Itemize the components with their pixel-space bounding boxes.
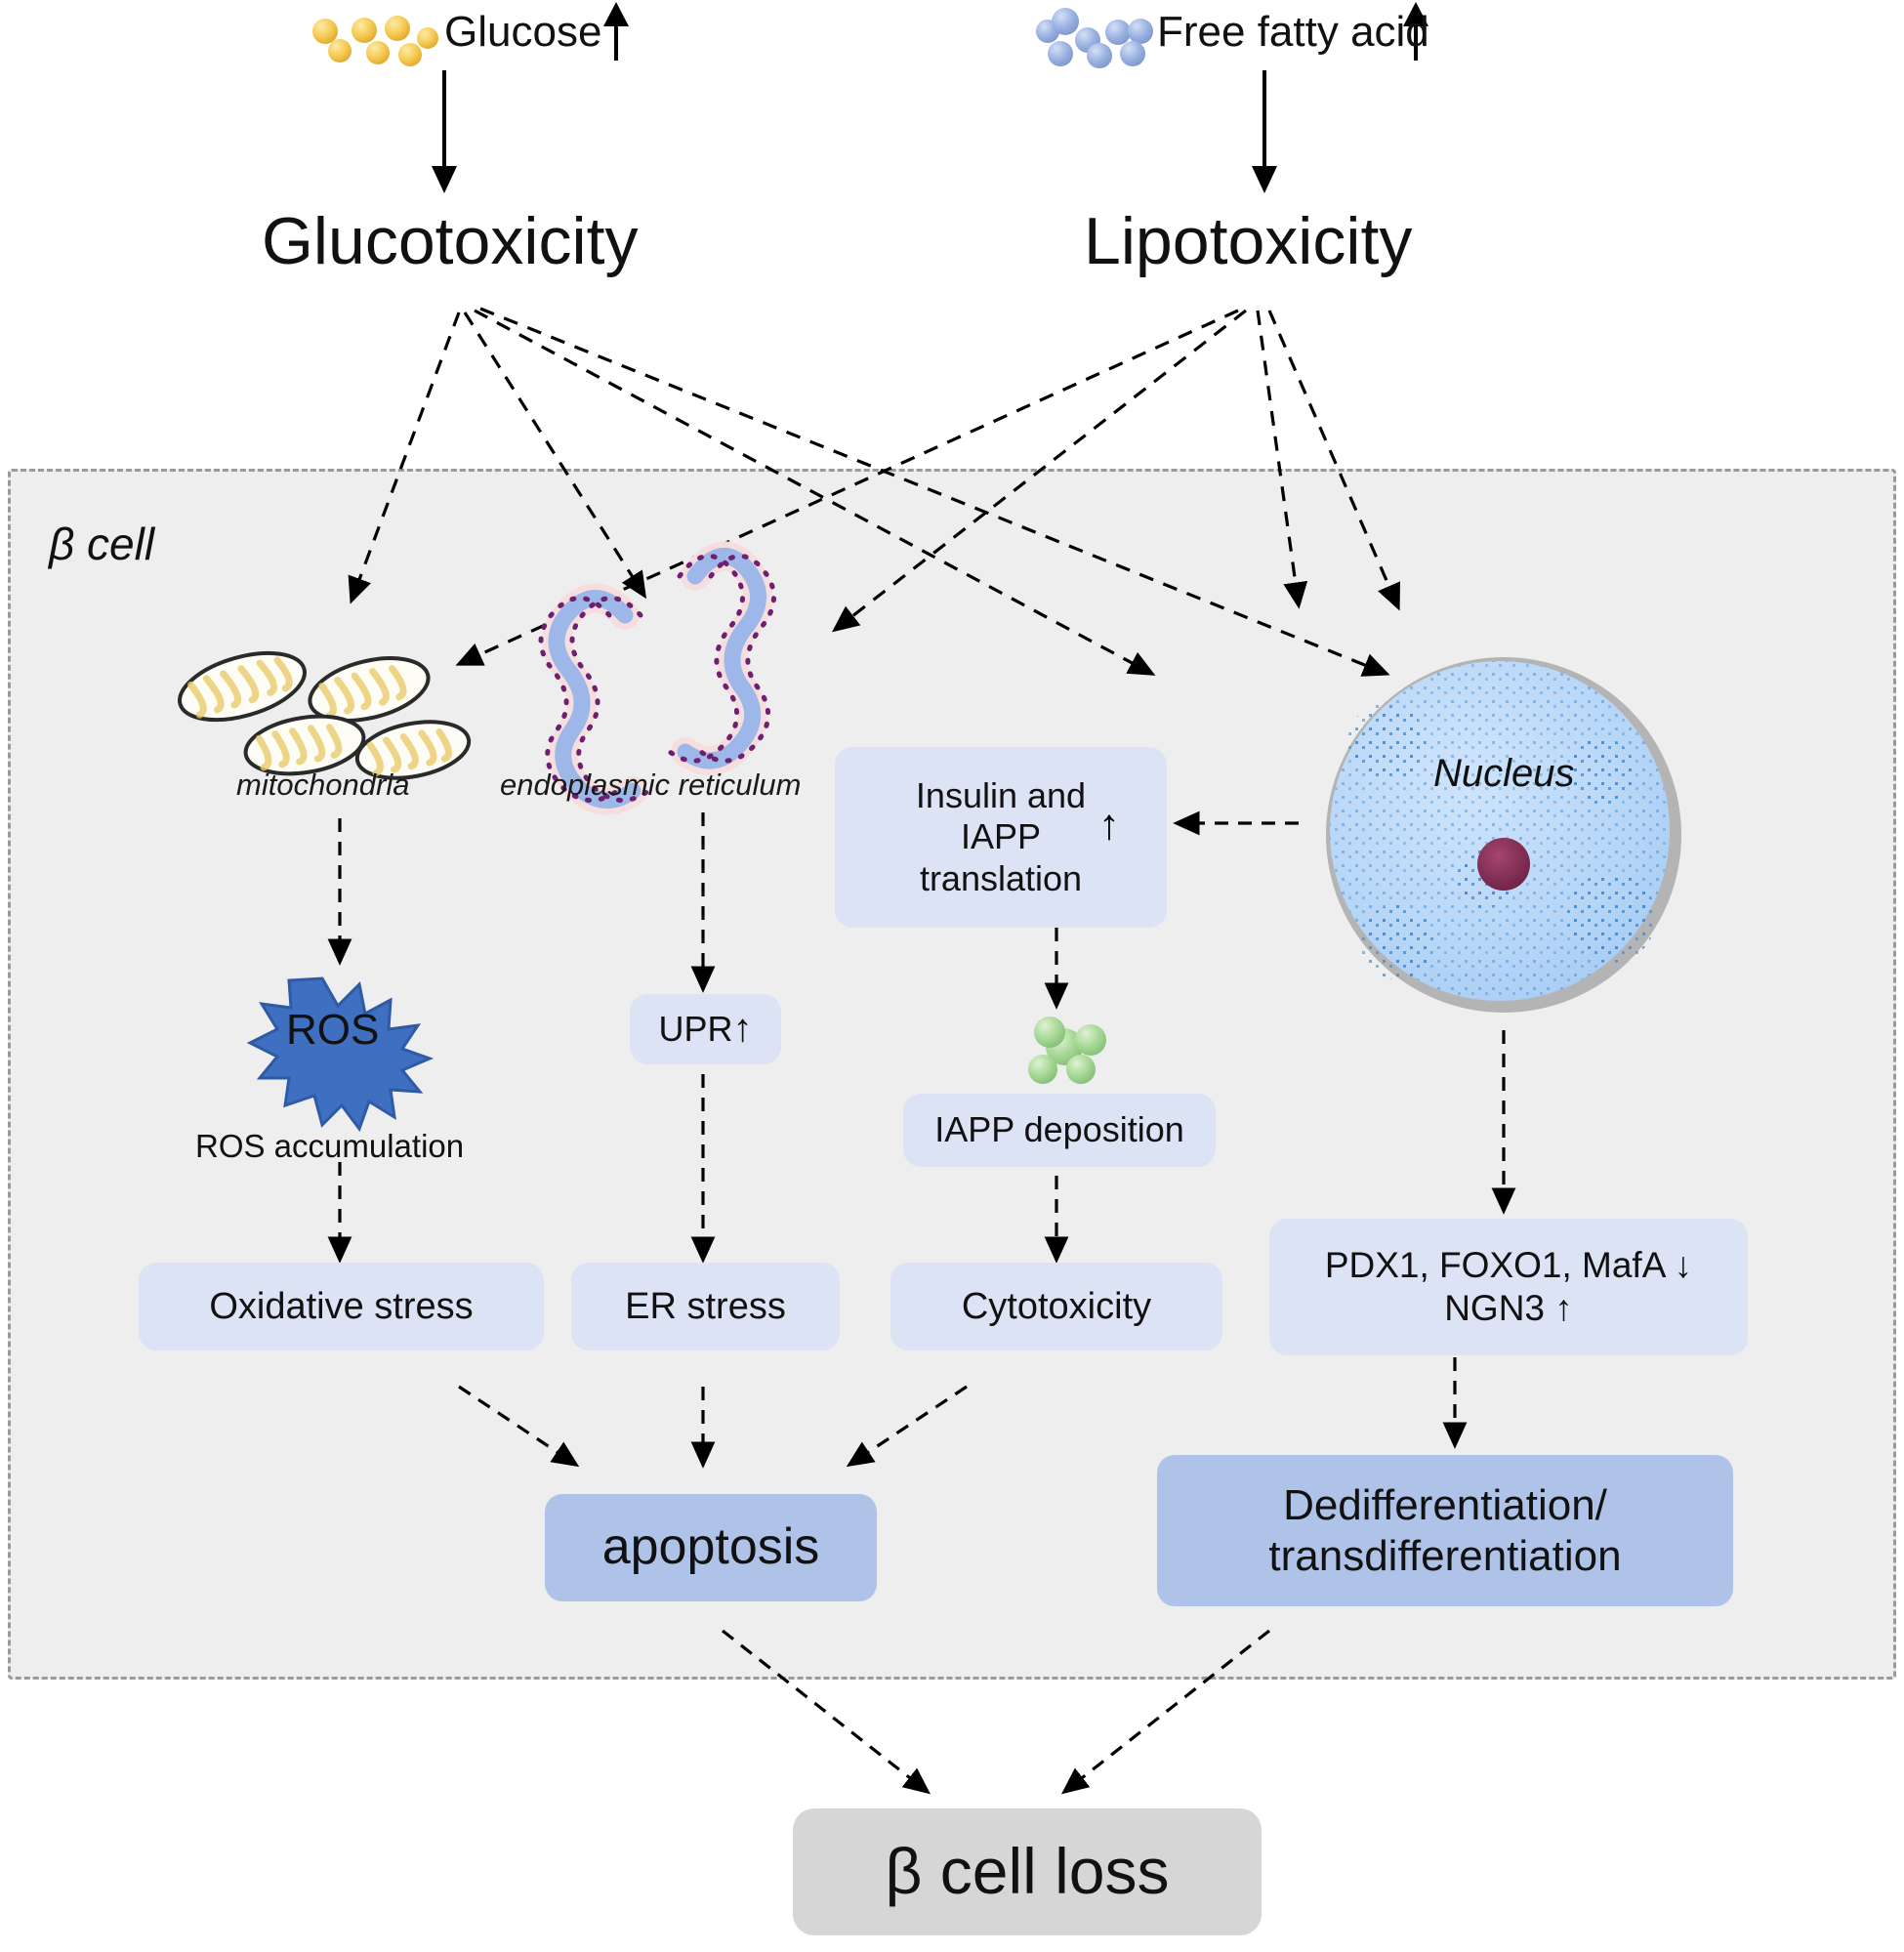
beta-cell-loss-box[interactable]: β cell loss [793,1808,1262,1935]
dedifferentiation-line2: transdifferentiation [1268,1531,1622,1580]
cytotoxicity-box[interactable]: Cytotoxicity [890,1263,1222,1350]
glucose-up-arrow [603,2,629,61]
iapp-deposition-label: IAPP deposition [934,1109,1184,1150]
transcription-factors-line2: NGN3 ↑ [1444,1288,1573,1328]
beta-cell-loss-label: β cell loss [885,1835,1170,1908]
transcription-factors-box[interactable]: PDX1, FOXO1, MafA ↓ NGN3 ↑ [1269,1219,1748,1355]
apoptosis-box[interactable]: apoptosis [545,1494,877,1601]
pathway-diagram: Glucose Free fatty acid Glucotoxicity Li… [0,0,1904,1952]
er-stress-box[interactable]: ER stress [571,1263,840,1350]
ros-burst-label: ROS [286,1006,380,1054]
insulin-iapp-translation-line1: Insulin and IAPP translation [915,774,1087,898]
free-fatty-acid-label: Free fatty acid [1157,8,1429,56]
endoplasmic-reticulum-label: endoplasmic reticulum [500,768,802,802]
glucotoxicity-title: Glucotoxicity [262,204,639,278]
iapp-deposition-box[interactable]: IAPP deposition [903,1094,1216,1167]
ros-accumulation-label: ROS accumulation [195,1128,465,1164]
oxidative-stress-label: Oxidative stress [209,1285,474,1327]
dedifferentiation-line1: Dedifferentiation/ [1283,1480,1607,1529]
insulin-iapp-up-arrow-glyph: ↑ [1098,801,1120,849]
glucose-to-glucotoxicity-arrow [432,70,457,193]
glucose-granules [312,16,438,66]
fatty-acid-to-lipotoxicity-arrow [1252,70,1277,193]
beta-cell-label: β cell [49,519,155,569]
cytotoxicity-label: Cytotoxicity [961,1285,1152,1327]
oxidative-stress-box[interactable]: Oxidative stress [139,1263,544,1350]
upr-box[interactable]: UPR ↑ [630,994,781,1064]
fatty-acid-granules [1036,8,1153,68]
upr-label: UPR [658,1008,733,1049]
dedifferentiation-box[interactable]: Dedifferentiation/ transdifferentiation [1157,1455,1733,1606]
transcription-factors-line1: PDX1, FOXO1, MafA ↓ [1324,1245,1693,1286]
er-stress-label: ER stress [625,1285,786,1327]
lipotoxicity-title: Lipotoxicity [1084,204,1413,278]
apoptosis-label: apoptosis [601,1518,820,1576]
glucose-label: Glucose [444,8,602,56]
nucleus-label: Nucleus [1433,752,1575,795]
mitochondria-label: mitochondria [236,768,410,802]
upr-up-arrow-glyph: ↑ [732,1007,753,1051]
